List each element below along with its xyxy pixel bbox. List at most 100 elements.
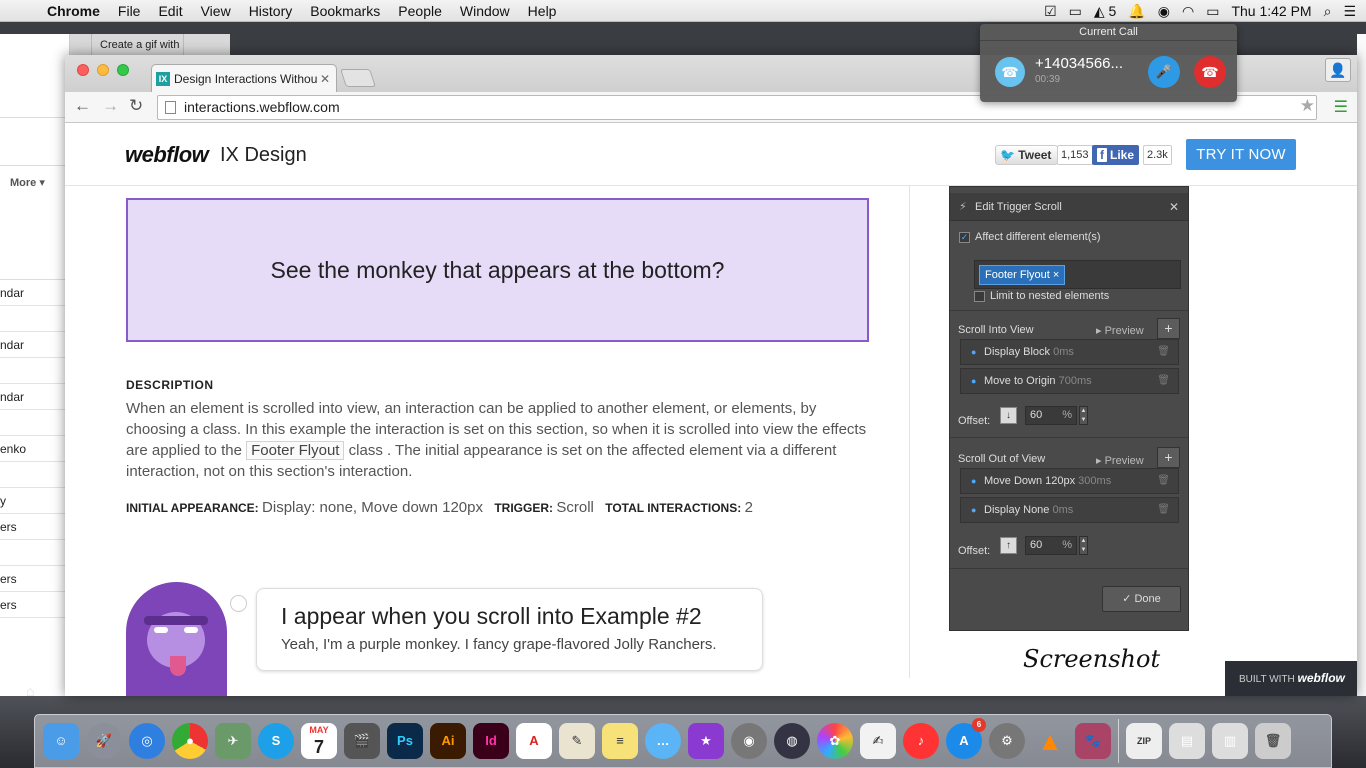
preview-into-view-button[interactable]: ▸ Preview — [1096, 324, 1144, 337]
menu-app-name[interactable]: Chrome — [38, 3, 109, 19]
tab-close-icon[interactable]: ✕ — [320, 72, 330, 86]
adobe-icon[interactable]: ◭ 5 — [1094, 3, 1116, 20]
done-button[interactable]: ✓ Done — [1102, 586, 1181, 612]
skype-icon[interactable]: S — [258, 723, 294, 759]
archive-icon[interactable]: ZIP — [1126, 723, 1162, 759]
like-button[interactable]: f Like — [1092, 145, 1140, 165]
try-it-now-button[interactable]: TRY IT NOW — [1186, 139, 1296, 170]
list-item[interactable]: ers — [0, 592, 69, 618]
reload-icon[interactable]: ↻ — [129, 96, 143, 116]
list-item[interactable]: ers — [0, 514, 69, 540]
offset-stepper[interactable]: ▲ ▼ — [1079, 536, 1088, 555]
webcam-icon[interactable]: ◉ — [731, 723, 767, 759]
textedit-icon[interactable]: ✍ — [860, 723, 896, 759]
chrome-menu-icon[interactable]: ☰ — [1334, 97, 1348, 117]
forward-icon[interactable]: → — [102, 96, 119, 116]
indesign-icon[interactable]: Id — [473, 723, 509, 759]
spotlight-icon[interactable]: ⌕ — [1324, 3, 1332, 20]
class-tag[interactable]: Footer Flyout × — [979, 265, 1066, 285]
vlc-icon[interactable]: ▲ — [1032, 723, 1068, 759]
trash-icon[interactable]: 🗑 — [1157, 340, 1170, 364]
finder-icon[interactable]: ☺ — [43, 723, 79, 759]
action-row[interactable]: ● Display None 0ms 🗑 — [960, 497, 1179, 523]
documents-stack-icon[interactable]: ▥ — [1212, 723, 1248, 759]
list-item[interactable]: ndar — [0, 332, 69, 358]
launchpad-icon[interactable]: 🚀 — [86, 723, 122, 759]
class-selector[interactable]: Footer Flyout × — [974, 260, 1181, 289]
itunes-icon[interactable]: ♪ — [903, 723, 939, 759]
menu-bookmarks[interactable]: Bookmarks — [301, 3, 389, 19]
downloads-stack-icon[interactable]: ▤ — [1169, 723, 1205, 759]
sync-icon[interactable]: ◉ — [1158, 3, 1170, 20]
menu-help[interactable]: Help — [519, 3, 566, 19]
tag-remove-icon[interactable]: × — [1053, 269, 1059, 281]
imovie-star-icon[interactable]: ★ — [688, 723, 724, 759]
panel-close-icon[interactable]: ✕ — [1169, 193, 1179, 221]
tab-active[interactable]: IX Design Interactions Withou ✕ — [151, 64, 337, 92]
action-row[interactable]: ● Move to Origin 700ms 🗑 — [960, 368, 1179, 394]
add-action-button[interactable]: + — [1157, 447, 1180, 468]
notes-app-icon[interactable]: ≡ — [602, 723, 638, 759]
calendar-icon[interactable]: MAY 7 — [301, 723, 337, 759]
trash-bin-icon[interactable]: 🗑 — [1255, 723, 1291, 759]
photoshop-icon[interactable]: Ps — [387, 723, 423, 759]
migration-assistant-icon[interactable]: 🐾 — [1075, 723, 1111, 759]
limit-checkbox-row[interactable]: Limit to nested elements — [974, 290, 1109, 302]
hang-up-icon[interactable]: ☎ — [1194, 56, 1226, 88]
microphone-icon[interactable]: 🎤 — [1148, 56, 1180, 88]
offset-down-icon[interactable]: ↓ — [1000, 407, 1017, 424]
offset-input[interactable]: 60% — [1025, 536, 1077, 555]
illustrator-icon[interactable]: Ai — [430, 723, 466, 759]
safari-icon[interactable]: ◎ — [129, 723, 165, 759]
action-row[interactable]: ● Move Down 120px 300ms 🗑 — [960, 468, 1179, 494]
battery-icon[interactable]: ▭ — [1206, 3, 1219, 20]
messages-icon[interactable]: … — [645, 723, 681, 759]
action-row[interactable]: ● Display Block 0ms 🗑 — [960, 339, 1179, 365]
menu-file[interactable]: File — [109, 3, 150, 19]
add-action-button[interactable]: + — [1157, 318, 1180, 339]
app-store-icon[interactable]: A6 — [946, 718, 986, 759]
wifi-icon[interactable]: ◠ — [1182, 3, 1194, 20]
trash-icon[interactable]: 🗑 — [1157, 369, 1170, 393]
list-item[interactable]: ers — [0, 566, 69, 592]
checkbox-icon[interactable] — [974, 290, 985, 302]
acrobat-icon[interactable]: A — [516, 723, 552, 759]
menu-view[interactable]: View — [192, 3, 240, 19]
list-item[interactable]: y — [0, 488, 69, 514]
notification-center-icon[interactable]: ☰ — [1343, 3, 1356, 20]
trash-icon[interactable]: 🗑 — [1157, 498, 1170, 522]
list-item[interactable]: ndar — [0, 384, 69, 410]
bell-icon[interactable]: 🔔 — [1128, 3, 1145, 20]
close-window-button[interactable] — [77, 64, 89, 76]
list-item[interactable]: enko — [0, 436, 69, 462]
menu-window[interactable]: Window — [451, 3, 519, 19]
checkbox-checked-icon[interactable]: ✓ — [959, 231, 970, 243]
list-item[interactable]: ndar — [0, 280, 69, 306]
minimize-window-button[interactable] — [97, 64, 109, 76]
home-icon[interactable]: ⌂ — [26, 683, 34, 699]
preview-out-of-view-button[interactable]: ▸ Preview — [1096, 454, 1144, 467]
webflow-logo[interactable]: webflow — [125, 142, 209, 168]
menu-people[interactable]: People — [389, 3, 451, 19]
profile-icon[interactable]: 👤 — [1325, 58, 1351, 82]
tweet-button[interactable]: 🐦 Tweet — [995, 145, 1059, 165]
photos-icon[interactable]: ✿ — [817, 723, 853, 759]
system-preferences-icon[interactable]: ⚙ — [989, 723, 1025, 759]
more-button[interactable]: More ▾ — [0, 166, 69, 200]
script-editor-icon[interactable]: ✎ — [559, 723, 595, 759]
menu-edit[interactable]: Edit — [149, 3, 191, 19]
new-tab-button[interactable] — [340, 69, 376, 87]
maximize-window-button[interactable] — [117, 64, 129, 76]
built-with-webflow-badge[interactable]: BUILT WITH webflow — [1225, 661, 1357, 696]
clock[interactable]: Thu 1:42 PM — [1231, 3, 1311, 19]
chrome-icon[interactable]: ● — [172, 723, 208, 759]
preview-icon[interactable]: ✈ — [215, 723, 251, 759]
menu-history[interactable]: History — [240, 3, 302, 19]
back-icon[interactable]: ← — [74, 96, 91, 116]
affect-checkbox-row[interactable]: ✓ Affect different element(s) — [959, 231, 1101, 243]
offset-input[interactable]: 60% — [1025, 406, 1077, 425]
offset-up-icon[interactable]: ↑ — [1000, 537, 1017, 554]
disk-utility-icon[interactable]: ◍ — [774, 723, 810, 759]
offset-stepper[interactable]: ▲ ▼ — [1079, 406, 1088, 425]
trash-icon[interactable]: 🗑 — [1157, 469, 1170, 493]
